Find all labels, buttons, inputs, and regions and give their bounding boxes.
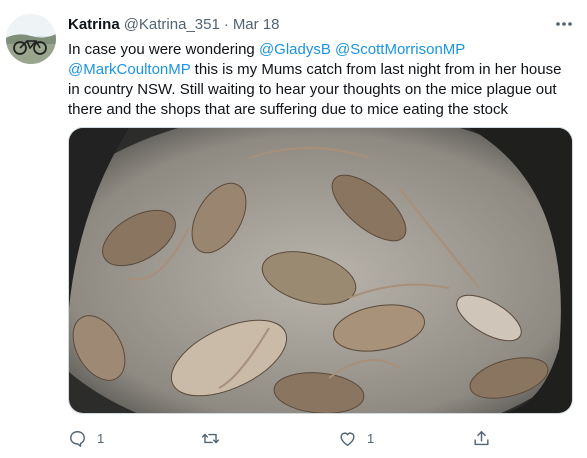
tweet-header: Katrina @Katrina_351 · Mar 18 bbox=[68, 16, 280, 36]
reply-count: 1 bbox=[97, 430, 105, 446]
like-icon bbox=[340, 431, 355, 446]
reply-icon bbox=[70, 430, 85, 447]
mention-gladysb[interactable]: @GladysB bbox=[259, 41, 331, 58]
avatar[interactable] bbox=[6, 14, 56, 64]
retweet-icon bbox=[201, 433, 220, 443]
tweet-text: In case you were wondering @GladysB @Sco… bbox=[68, 40, 573, 120]
mice-in-bucket-photo bbox=[69, 128, 572, 413]
author-name[interactable]: Katrina bbox=[68, 16, 120, 33]
more-dots-icon bbox=[556, 22, 572, 26]
more-options-button[interactable] bbox=[553, 14, 575, 34]
tweet-date[interactable]: Mar 18 bbox=[233, 16, 280, 33]
tweet[interactable]: Katrina @Katrina_351 · Mar 18 In case yo… bbox=[0, 0, 587, 458]
retweet-button[interactable] bbox=[201, 424, 230, 452]
share-button[interactable] bbox=[472, 424, 491, 452]
author-handle[interactable]: @Katrina_351 bbox=[124, 16, 220, 33]
mention-scottmorrisonmp[interactable]: @ScottMorrisonMP bbox=[335, 41, 465, 58]
share-icon bbox=[474, 430, 489, 445]
like-count: 1 bbox=[367, 430, 375, 446]
mention-markcoultonmp[interactable]: @MarkCoultonMP bbox=[68, 61, 191, 78]
like-button[interactable]: 1 bbox=[338, 424, 374, 452]
tweet-action-bar: 1 1 bbox=[60, 424, 575, 452]
header-separator: · bbox=[223, 16, 229, 33]
reply-button[interactable]: 1 bbox=[68, 424, 104, 452]
avatar-image bbox=[6, 14, 56, 64]
tweet-text-intro: In case you were wondering bbox=[68, 41, 259, 58]
tweet-media-image[interactable] bbox=[68, 127, 573, 414]
